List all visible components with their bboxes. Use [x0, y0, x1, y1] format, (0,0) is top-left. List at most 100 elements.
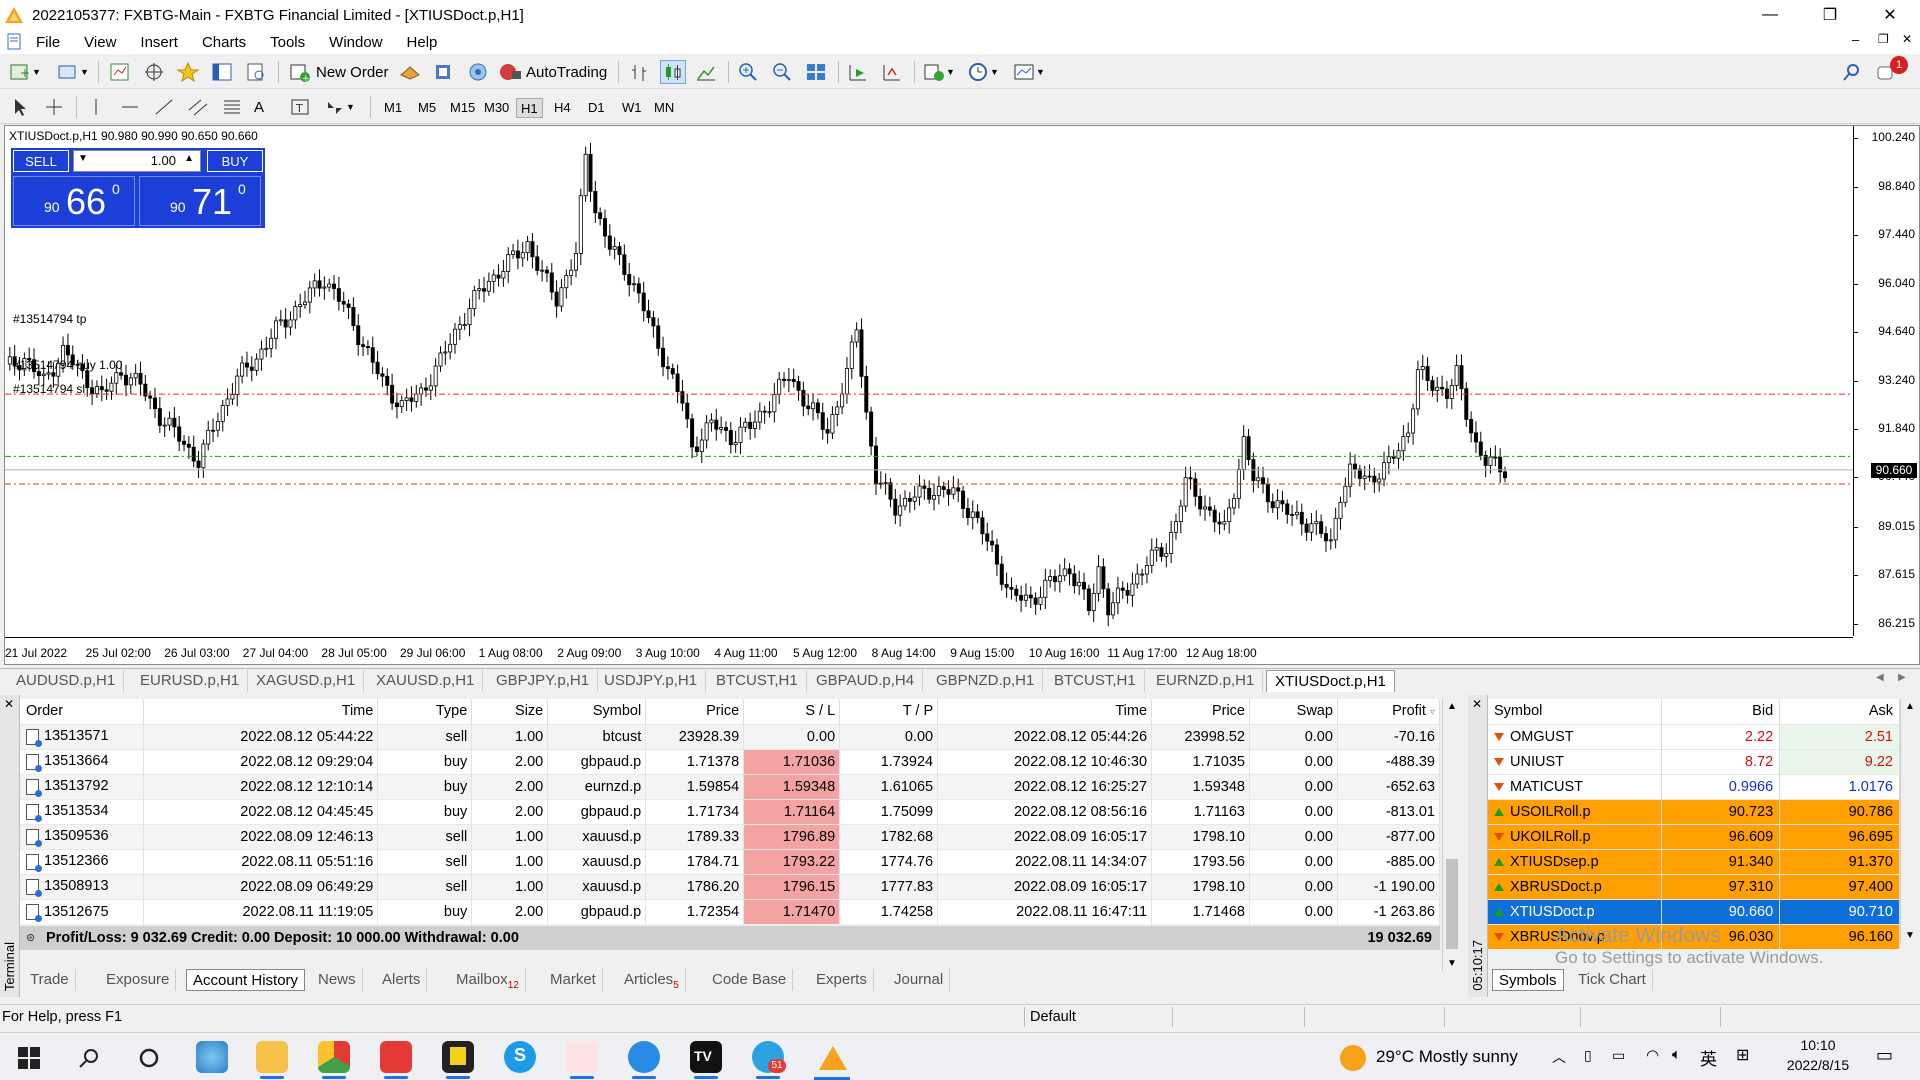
- tray-device-icon[interactable]: ▯: [1584, 1047, 1592, 1064]
- terminal-tab-articles[interactable]: Articles5: [618, 969, 686, 991]
- chart-shift-button[interactable]: [846, 60, 870, 84]
- taskbar-date[interactable]: 2022/8/15: [1772, 1057, 1864, 1073]
- mdi-close-button[interactable]: ✕: [1902, 32, 1912, 46]
- close-button[interactable]: ✕: [1860, 0, 1920, 30]
- market-watch-row[interactable]: OMGUST 2.22 2.51: [1488, 723, 1900, 749]
- col-tp[interactable]: T / P: [839, 699, 939, 724]
- chart-tab[interactable]: USDJPY.p,H1: [596, 670, 707, 692]
- market-watch-row[interactable]: XTIUSDsep.p 91.340 91.370: [1488, 848, 1900, 874]
- market-watch-row[interactable]: XTIUSDoct.p 90.660 90.710: [1488, 898, 1900, 924]
- minimize-button[interactable]: —: [1740, 0, 1800, 30]
- new-order-button[interactable]: + New Order: [288, 60, 389, 84]
- tf-m30[interactable]: M30: [480, 98, 513, 118]
- document-menu-icon[interactable]: [6, 33, 24, 51]
- indicators-button[interactable]: ▼: [922, 60, 955, 84]
- menu-tools[interactable]: Tools: [258, 34, 317, 51]
- mw-col-bid[interactable]: Bid: [1661, 699, 1781, 724]
- notifications-button[interactable]: 1: [1876, 56, 1908, 84]
- market-watch-row[interactable]: UKOILRoll.p 96.609 96.695: [1488, 823, 1900, 849]
- vertical-line-tool[interactable]: [84, 95, 108, 119]
- terminal-close-icon[interactable]: ✕: [4, 697, 14, 711]
- menu-help[interactable]: Help: [395, 34, 450, 51]
- scroll-thumb[interactable]: [1446, 859, 1458, 949]
- task-view-icon[interactable]: [138, 1047, 160, 1069]
- menu-insert[interactable]: Insert: [128, 34, 190, 51]
- autotrading-button[interactable]: AutoTrading: [498, 60, 607, 84]
- col-swap[interactable]: Swap: [1249, 699, 1338, 724]
- terminal-tab-account-history[interactable]: Account History: [186, 969, 306, 991]
- table-row[interactable]: 13508913 2022.08.09 06:49:29 sell 1.00 xauus…: [20, 873, 1441, 899]
- buy-button[interactable]: BUY: [207, 150, 263, 172]
- tabs-scroll-left-icon[interactable]: ◀: [1876, 672, 1884, 683]
- menu-window[interactable]: Window: [317, 34, 394, 51]
- strategy-tester-button[interactable]: [244, 60, 268, 84]
- horizontal-line-tool[interactable]: [118, 95, 142, 119]
- table-row[interactable]: 13512675 2022.08.11 11:19:05 buy 2.00 gbpaud…: [20, 898, 1441, 924]
- tile-windows-button[interactable]: [804, 60, 828, 84]
- chart-tab[interactable]: EURNZD.p,H1: [1148, 670, 1264, 692]
- mw-scroll-up-icon[interactable]: ▲: [1905, 701, 1915, 712]
- app-icon-red[interactable]: [380, 1041, 412, 1079]
- mdi-minimize-button[interactable]: –: [1852, 32, 1859, 47]
- chart-tab[interactable]: GBPNZD.p,H1: [928, 670, 1044, 692]
- arrows-tool[interactable]: ▼: [322, 95, 355, 119]
- terminal-tab-alerts[interactable]: Alerts: [376, 969, 428, 991]
- col-type[interactable]: Type: [377, 699, 473, 724]
- mw-col-ask[interactable]: Ask: [1779, 699, 1900, 724]
- terminal-tab-experts[interactable]: Experts: [810, 969, 874, 991]
- tf-h4[interactable]: H4: [550, 98, 575, 118]
- tf-h1[interactable]: H1: [516, 98, 543, 118]
- profiles-button[interactable]: ▼: [56, 60, 89, 84]
- chart-tab[interactable]: GBPAUD.p,H4: [808, 670, 924, 692]
- volume-input[interactable]: ▼ 1.00 ▲: [73, 150, 201, 172]
- market-watch-button[interactable]: [108, 60, 132, 84]
- sell-button[interactable]: SELL: [13, 150, 69, 172]
- chrome-icon[interactable]: [318, 1041, 350, 1079]
- col-sl[interactable]: S / L: [743, 699, 841, 724]
- tab-symbols[interactable]: Symbols: [1492, 969, 1564, 991]
- notification-center-icon[interactable]: ▭: [1876, 1045, 1893, 1066]
- tab-tick-chart[interactable]: Tick Chart: [1572, 969, 1653, 991]
- chart-tab[interactable]: XAUUSD.p,H1: [368, 670, 484, 692]
- terminal-tab-code-base[interactable]: Code Base: [706, 969, 794, 991]
- table-row[interactable]: 13512366 2022.08.11 05:51:16 sell 1.00 xauus…: [20, 848, 1441, 874]
- market-watch-row[interactable]: UNIUST 8.72 9.22: [1488, 748, 1900, 774]
- fibonacci-tool[interactable]: [220, 95, 244, 119]
- maximize-button[interactable]: ❐: [1800, 0, 1860, 30]
- templates-button[interactable]: ▼: [1012, 60, 1045, 84]
- auto-scroll-button[interactable]: [880, 60, 904, 84]
- trendline-tool[interactable]: [152, 95, 176, 119]
- chart-tab[interactable]: BTCUST,H1: [708, 670, 807, 692]
- col-close-time[interactable]: Time: [937, 699, 1153, 724]
- taskbar-time[interactable]: 10:10: [1778, 1037, 1858, 1053]
- community-button[interactable]: [466, 60, 490, 84]
- app-icon-1[interactable]: [196, 1041, 228, 1073]
- tf-m15[interactable]: M15: [446, 98, 479, 118]
- menu-file[interactable]: File: [24, 34, 72, 51]
- sell-price-tile[interactable]: 90 66 0: [13, 176, 135, 226]
- col-order[interactable]: Order: [20, 699, 145, 724]
- windows-start-icon[interactable]: [18, 1047, 40, 1069]
- periods-button[interactable]: ▼: [966, 60, 999, 84]
- cursor-tool[interactable]: [8, 95, 32, 119]
- text-tool[interactable]: A: [254, 95, 264, 119]
- col-symbol[interactable]: Symbol: [547, 699, 647, 724]
- telegram-icon[interactable]: 51: [752, 1041, 786, 1079]
- text-label-tool[interactable]: T: [288, 95, 312, 119]
- search-taskbar-icon[interactable]: [78, 1047, 100, 1069]
- line-chart-button[interactable]: [694, 60, 718, 84]
- terminal-tab-mailbox[interactable]: Mailbox12: [450, 969, 526, 991]
- table-row[interactable]: 13513664 2022.08.12 09:29:04 buy 2.00 gbpaud…: [20, 748, 1441, 774]
- chart-tab[interactable]: BTCUST,H1: [1046, 670, 1145, 692]
- tf-m1[interactable]: M1: [380, 98, 406, 118]
- battery-icon[interactable]: ▭: [1612, 1047, 1625, 1064]
- terminal-tab-market[interactable]: Market: [544, 969, 603, 991]
- chart-tab[interactable]: GBPJPY.p,H1: [488, 670, 599, 692]
- ime-mode-icon[interactable]: ⊞: [1736, 1045, 1749, 1065]
- chart-tab[interactable]: EURUSD.p,H1: [132, 670, 249, 692]
- table-row[interactable]: 13513792 2022.08.12 12:10:14 buy 2.00 eurnzd…: [20, 773, 1441, 799]
- app-icon-yellow-note[interactable]: [442, 1041, 474, 1079]
- col-close-price[interactable]: Price: [1151, 699, 1250, 724]
- terminal-tab-exposure[interactable]: Exposure: [100, 969, 177, 991]
- menu-charts[interactable]: Charts: [190, 34, 258, 51]
